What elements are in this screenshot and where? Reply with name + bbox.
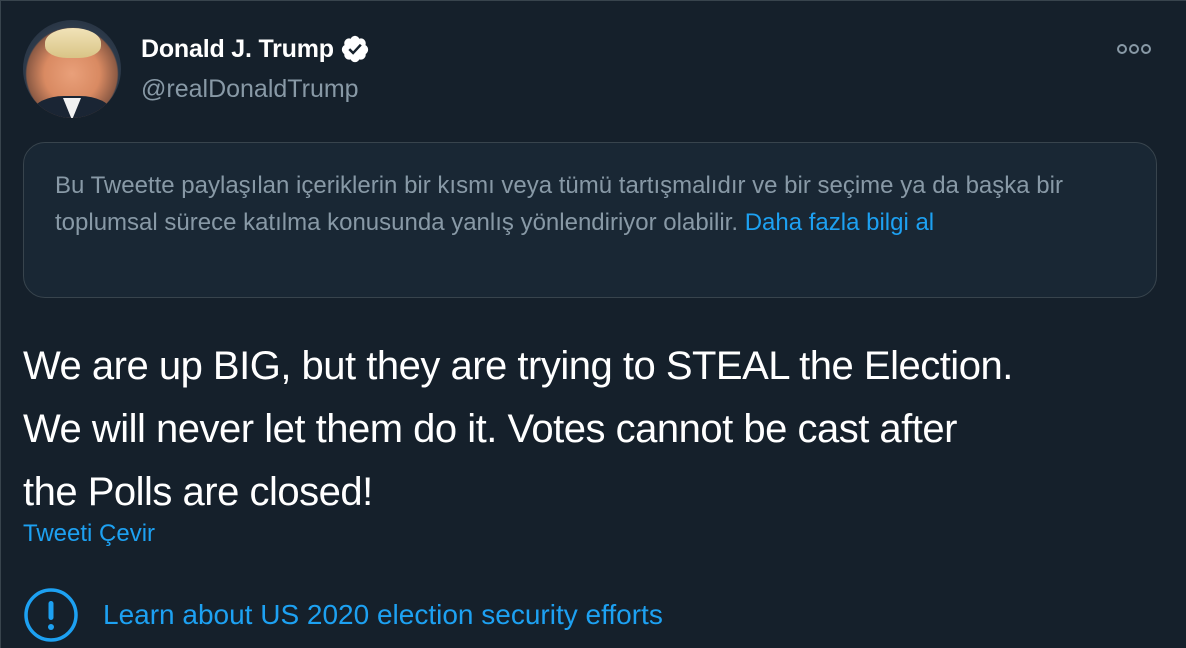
avatar[interactable] [23,20,121,118]
author-display-name[interactable]: Donald J. Trump [141,35,334,64]
verified-badge-icon [341,35,368,63]
tweet-text-line: the Polls are closed! [23,470,373,514]
election-security-label: Learn about US 2020 election security ef… [103,599,663,630]
author-name-row: Donald J. Trump [141,34,370,64]
translate-tweet-link[interactable]: Tweeti Çevir [23,520,155,548]
election-security-link[interactable]: Learn about US 2020 election security ef… [23,587,663,643]
misleading-content-notice: Bu Tweette paylaşılan içeriklerin bir kı… [23,142,1157,298]
author-handle[interactable]: @realDonaldTrump [141,75,359,104]
tweet-text: We are up BIG, but they are trying to ST… [23,335,1163,524]
tweet-card: Donald J. Trump @realDonaldTrump Bu Twee… [0,0,1186,648]
tweet-text-line: We will never let them do it. Votes cann… [23,407,957,451]
exclamation-alert-icon [24,588,78,642]
more-options-icon[interactable] [1116,41,1152,57]
tweet-text-line: We are up BIG, but they are trying to ST… [23,344,1013,388]
learn-more-link[interactable]: Daha fazla bilgi al [745,209,934,236]
avatar-hair [45,28,101,58]
